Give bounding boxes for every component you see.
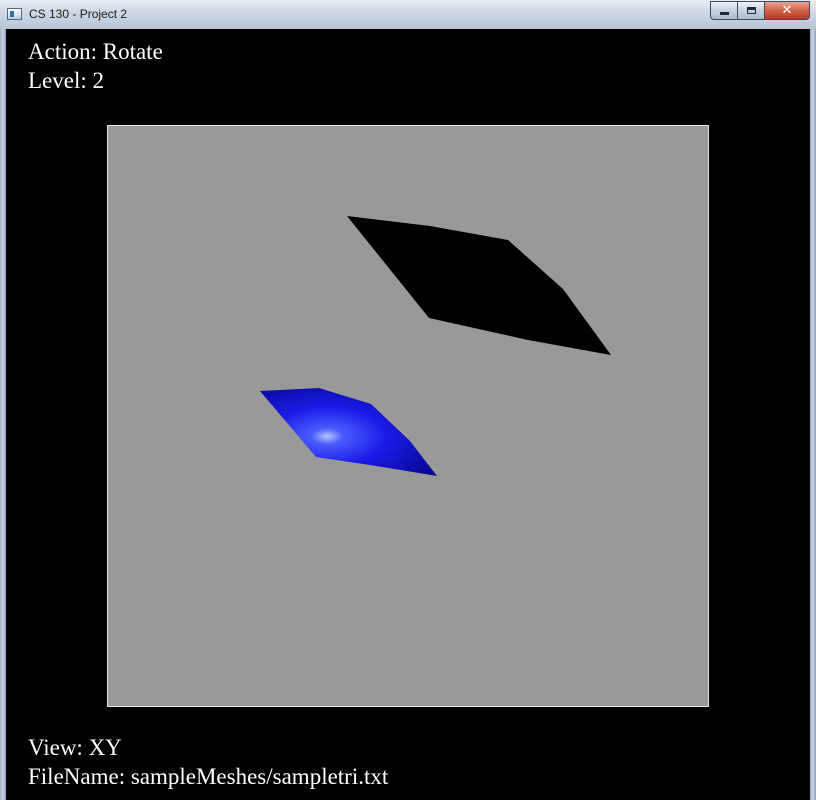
filename-label: FileName: sampleMeshes/sampletri.txt [28,764,389,789]
window-title: CS 130 - Project 2 [29,7,128,21]
close-icon: ✕ [781,3,793,18]
shadow-mesh [347,216,611,355]
scene-canvas [260,216,611,476]
render-viewport[interactable] [107,125,709,707]
window-frame-right [810,29,816,800]
maximize-icon [746,7,756,14]
gl-client-area[interactable]: Action: Rotate Level: 2 View: XY FileNam… [6,29,810,800]
minimize-icon [719,12,729,15]
app-icon[interactable] [7,8,22,20]
action-label: Action: Rotate [28,39,163,64]
close-button[interactable]: ✕ [764,1,810,20]
title-bar[interactable]: CS 130 - Project 2 ✕ [0,0,816,30]
maximize-button[interactable] [737,1,765,20]
app-window: CS 130 - Project 2 ✕ Action: Rotate Leve… [0,0,816,800]
lit-mesh [260,388,437,476]
level-label: Level: 2 [28,68,104,93]
minimize-button[interactable] [710,1,738,20]
window-controls: ✕ [710,1,810,21]
view-label: View: XY [28,735,122,760]
